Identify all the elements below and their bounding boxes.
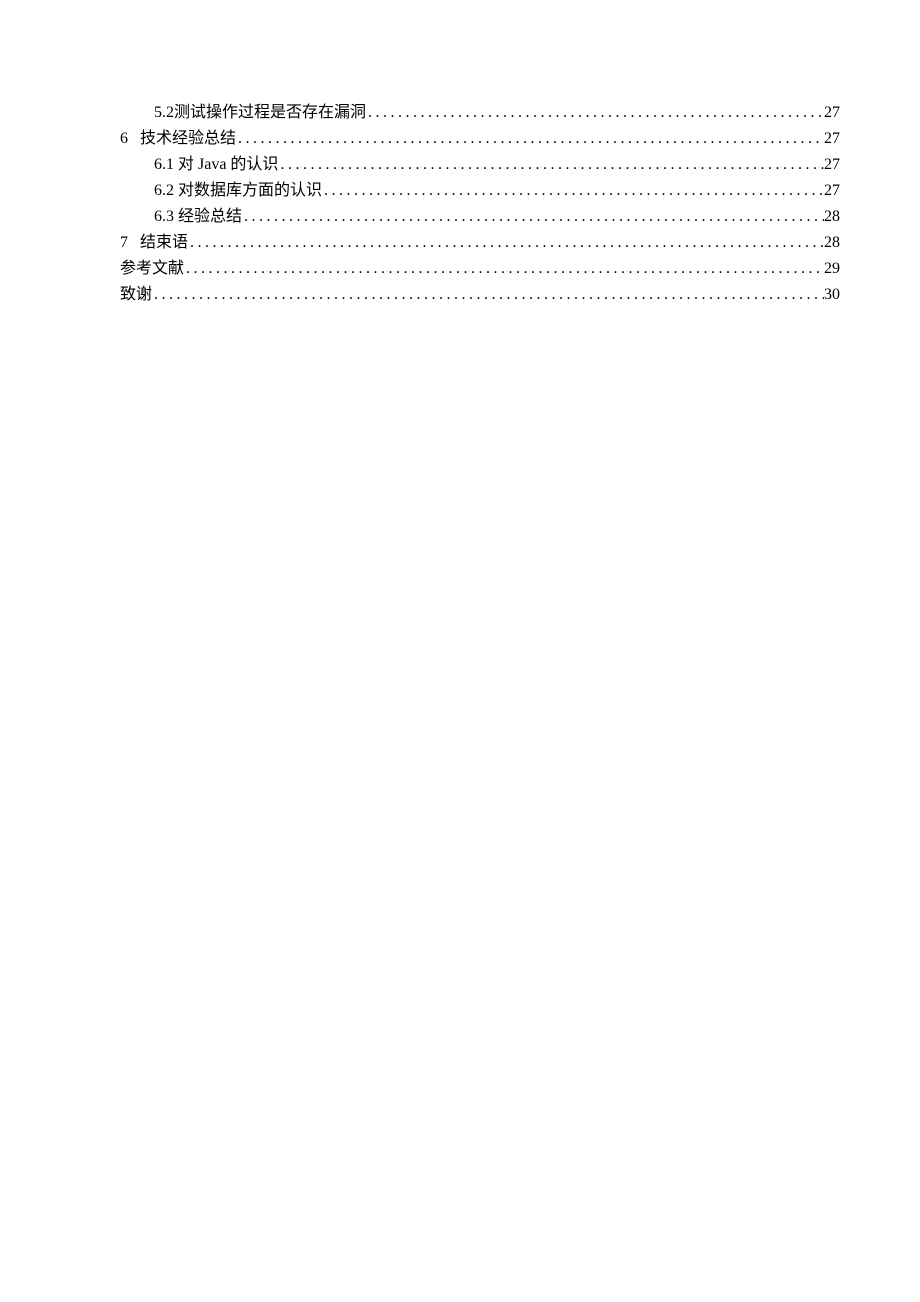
toc-entry-page: 28 (824, 230, 840, 256)
toc-leader-dots (184, 256, 824, 282)
toc-leader-dots (188, 230, 824, 256)
toc-entry-number: 6.2 (154, 178, 174, 204)
toc-entry: 致谢 30 (120, 282, 840, 308)
toc-leader-dots (322, 178, 824, 204)
toc-entry: 参考文献 29 (120, 256, 840, 282)
toc-entry-number: 5.2 (154, 100, 174, 126)
toc-entry-page: 28 (824, 204, 840, 230)
toc-entry-title: 经验总结 (178, 204, 242, 230)
toc-entry: 5.2 测试操作过程是否存在漏洞 27 (120, 100, 840, 126)
toc-entry-page: 27 (824, 126, 840, 152)
toc-entry-page: 27 (824, 152, 840, 178)
toc-entry: 6.3 经验总结 28 (120, 204, 840, 230)
toc-leader-dots (366, 100, 824, 126)
toc-entry: 6.2 对数据库方面的认识 27 (120, 178, 840, 204)
toc-entry-page: 27 (824, 100, 840, 126)
toc-entry-title: 技术经验总结 (140, 126, 236, 152)
toc-leader-dots (242, 204, 824, 230)
toc-leader-dots (152, 282, 824, 308)
toc-entry-title: 对数据库方面的认识 (178, 178, 322, 204)
toc-entry-title: 测试操作过程是否存在漏洞 (174, 100, 366, 126)
toc-entry-page: 30 (824, 282, 840, 308)
toc-entry-page: 29 (824, 256, 840, 282)
toc-entry: 6 技术经验总结 27 (120, 126, 840, 152)
toc-entry: 6.1 对 Java 的认识 27 (120, 152, 840, 178)
toc-entry-title: 致谢 (120, 282, 152, 308)
toc-entry-title: 结束语 (140, 230, 188, 256)
toc-entry-number: 6.3 (154, 204, 174, 230)
toc-entry-title: 对 Java 的认识 (178, 152, 278, 178)
toc-entry-title: 参考文献 (120, 256, 184, 282)
toc-entry-number: 6 (120, 126, 140, 152)
toc-leader-dots (278, 152, 824, 178)
toc-entry: 7 结束语 28 (120, 230, 840, 256)
toc-entry-number: 6.1 (154, 152, 174, 178)
toc-entry-number: 7 (120, 230, 140, 256)
toc-leader-dots (236, 126, 824, 152)
table-of-contents: 5.2 测试操作过程是否存在漏洞 27 6 技术经验总结 27 6.1 对 Ja… (120, 100, 840, 308)
toc-entry-page: 27 (824, 178, 840, 204)
